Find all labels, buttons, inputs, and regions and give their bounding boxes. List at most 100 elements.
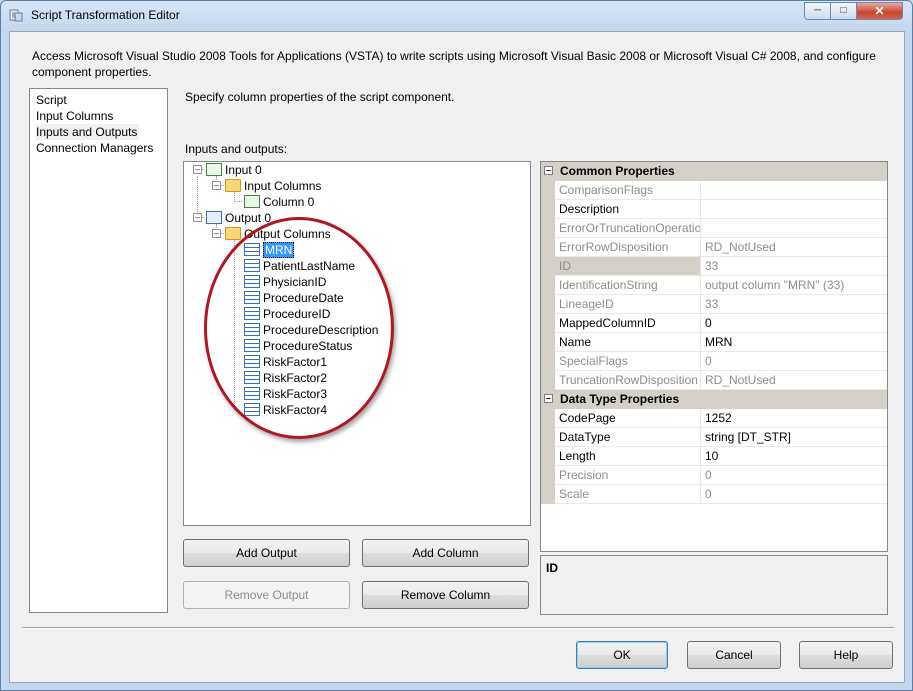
property-value: 33 (705, 297, 719, 311)
property-name: LineageID (555, 295, 701, 313)
property-name: ID (555, 257, 701, 275)
property-value[interactable]: MRN (701, 333, 887, 351)
tree-node-output-column[interactable]: RiskFactor1 (244, 354, 327, 370)
tree-node-output[interactable]: Output 0 (206, 210, 271, 226)
help-button[interactable]: Help (799, 641, 893, 669)
collapse-category-icon[interactable]: – (544, 394, 553, 403)
property-value: 33 (705, 259, 719, 273)
property-row[interactable]: IdentificationString output column "MRN" … (541, 276, 887, 295)
property-row-gutter (541, 238, 555, 257)
tree-node-output-column[interactable]: RiskFactor3 (244, 386, 327, 402)
property-row[interactable]: SpecialFlags 0 (541, 352, 887, 371)
property-row[interactable]: DataType string [DT_STR] (541, 428, 887, 447)
maximize-button[interactable]: □ (830, 2, 857, 20)
script-component-icon (9, 9, 23, 22)
property-row[interactable]: CodePage 1252 (541, 409, 887, 428)
collapse-input-columns-icon[interactable]: – (212, 181, 221, 190)
property-row-gutter (541, 276, 555, 295)
property-row[interactable]: ErrorRowDisposition RD_NotUsed (541, 238, 887, 257)
folder-icon (225, 227, 241, 240)
property-row[interactable]: ComparisonFlags (541, 181, 887, 200)
tree-node-input-columns[interactable]: Input Columns (225, 178, 321, 194)
folder-icon (225, 179, 241, 192)
cancel-button[interactable]: Cancel (687, 641, 781, 669)
property-value[interactable]: string [DT_STR] (701, 428, 887, 446)
property-value: output column "MRN" (33) (705, 278, 845, 292)
title-bar[interactable]: Script Transformation Editor ─ □ ✕ (1, 1, 912, 31)
tree-node-output-column[interactable]: MRN (244, 242, 295, 258)
add-column-button[interactable]: Add Column (362, 539, 529, 567)
window-title: Script Transformation Editor (31, 8, 180, 22)
nav-item-inputs-and-outputs[interactable]: Inputs and Outputs (36, 124, 167, 140)
inputs-outputs-tree[interactable]: – Input 0 – Input Columns Column 0 – Out… (183, 161, 531, 526)
page-navigation-list: Script Input Columns Inputs and Outputs … (29, 88, 168, 613)
close-button[interactable]: ✕ (856, 2, 903, 20)
collapse-output-columns-icon[interactable]: – (212, 229, 221, 238)
nav-item-script[interactable]: Script (36, 92, 167, 108)
property-row[interactable]: TruncationRowDisposition RD_NotUsed (541, 371, 887, 390)
minimize-button[interactable]: ─ (804, 2, 831, 20)
remove-output-button[interactable]: Remove Output (183, 581, 350, 609)
tree-node-output-column[interactable]: PhysicianID (244, 274, 326, 290)
tree-node-input-column[interactable]: Column 0 (244, 194, 314, 210)
property-name: SpecialFlags (555, 352, 701, 370)
property-row-gutter (541, 447, 555, 466)
property-row[interactable]: Description (541, 200, 887, 219)
property-name: TruncationRowDisposition (555, 371, 701, 389)
property-row-gutter (541, 428, 555, 447)
property-row[interactable]: Length 10 (541, 447, 887, 466)
property-row[interactable]: ErrorOrTruncationOperation (541, 219, 887, 238)
property-value[interactable]: 1252 (701, 409, 887, 427)
property-row[interactable]: Precision 0 (541, 466, 887, 485)
property-name: DataType (555, 428, 701, 446)
output-column-icon (244, 275, 260, 288)
category-common-properties[interactable]: – Common Properties (541, 162, 887, 181)
property-name: Name (555, 333, 701, 351)
tree-node-input[interactable]: Input 0 (206, 162, 262, 178)
property-name: Description (555, 200, 701, 218)
property-row-gutter (541, 219, 555, 238)
property-row[interactable]: Name MRN (541, 333, 887, 352)
property-value[interactable]: 0 (701, 314, 887, 332)
property-name: Precision (555, 466, 701, 484)
property-row[interactable]: MappedColumnID 0 (541, 314, 887, 333)
property-value: 0 (705, 354, 712, 368)
ok-button[interactable]: OK (576, 641, 668, 669)
collapse-input-icon[interactable]: – (193, 165, 202, 174)
nav-item-input-columns[interactable]: Input Columns (36, 108, 167, 124)
property-row-gutter (541, 466, 555, 485)
tree-node-output-column[interactable]: ProcedureID (244, 306, 330, 322)
nav-item-connection-managers[interactable]: Connection Managers (36, 140, 167, 156)
output-column-icon (244, 371, 260, 384)
tree-node-output-column[interactable]: RiskFactor4 (244, 402, 327, 418)
tree-node-output-column[interactable]: PatientLastName (244, 258, 355, 274)
tree-node-output-column[interactable]: ProcedureDate (244, 290, 344, 306)
category-data-type-properties[interactable]: – Data Type Properties (541, 390, 887, 409)
input-column-icon (244, 195, 260, 208)
remove-column-button[interactable]: Remove Column (362, 581, 529, 609)
property-value: 0 (705, 487, 712, 501)
property-name: MappedColumnID (555, 314, 701, 332)
collapse-output-icon[interactable]: – (193, 213, 202, 222)
input-icon (206, 163, 222, 176)
tree-node-output-column[interactable]: RiskFactor2 (244, 370, 327, 386)
tree-node-output-column[interactable]: ProcedureDescription (244, 322, 378, 338)
tree-node-output-columns[interactable]: Output Columns (225, 226, 331, 242)
property-row[interactable]: Scale 0 (541, 485, 887, 504)
output-icon (206, 211, 222, 224)
property-grid[interactable]: – Common Properties ComparisonFlags Descr… (540, 161, 888, 552)
property-row[interactable]: LineageID 33 (541, 295, 887, 314)
output-column-icon (244, 243, 260, 256)
collapse-category-icon[interactable]: – (544, 166, 553, 175)
property-name: ErrorOrTruncationOperation (555, 219, 701, 237)
tree-node-output-column[interactable]: ProcedureStatus (244, 338, 352, 354)
property-value[interactable] (701, 200, 887, 218)
property-value: RD_NotUsed (705, 240, 776, 254)
property-value[interactable]: 10 (701, 447, 887, 465)
property-name: ErrorRowDisposition (555, 238, 701, 256)
property-row[interactable]: ID 33 (541, 257, 887, 276)
property-name: IdentificationString (555, 276, 701, 294)
output-column-icon (244, 291, 260, 304)
add-output-button[interactable]: Add Output (183, 539, 350, 567)
minimize-icon: ─ (813, 5, 822, 16)
